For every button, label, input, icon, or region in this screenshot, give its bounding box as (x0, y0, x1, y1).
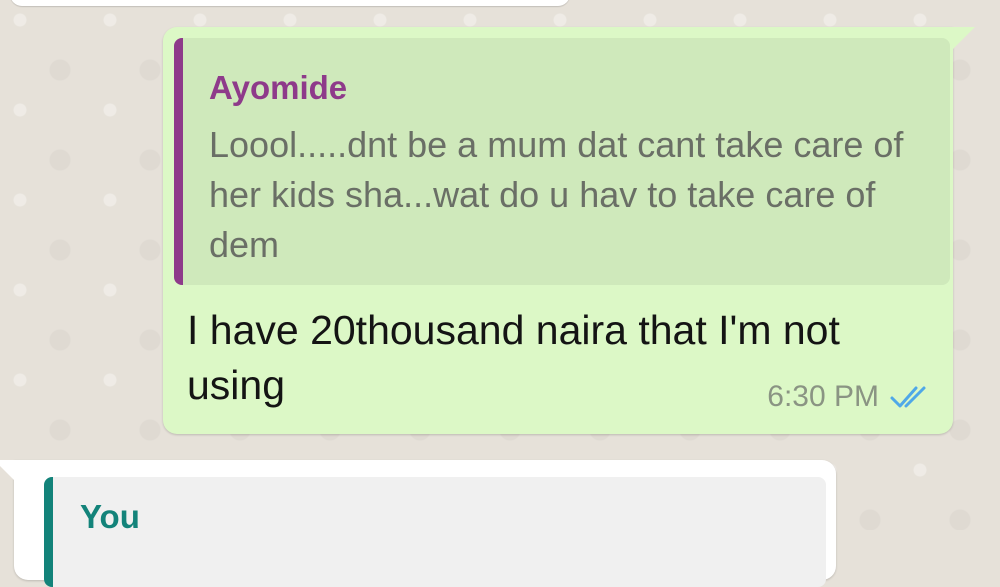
quoted-author: Ayomide (209, 69, 348, 106)
quote-accent-bar (44, 477, 53, 587)
quote-accent-bar (174, 38, 183, 285)
double-check-read-icon (890, 386, 926, 408)
quoted-author: You (80, 498, 140, 535)
quoted-message[interactable]: Ayomide Loool.....dnt be a mum dat cant … (174, 38, 950, 285)
incoming-message-bubble[interactable]: You (0, 460, 836, 587)
bubble-tail (0, 460, 16, 482)
quoted-message[interactable]: You (44, 477, 826, 587)
outgoing-message-bubble[interactable]: Ayomide Loool.....dnt be a mum dat cant … (163, 27, 975, 434)
message-meta: 6:30 PM (767, 380, 931, 414)
quoted-text: Loool.....dnt be a mum dat cant take car… (209, 124, 904, 265)
message-timestamp: 6:30 PM (767, 380, 879, 413)
previous-message-bubble[interactable] (10, 0, 570, 6)
bubble-tail (951, 27, 975, 51)
